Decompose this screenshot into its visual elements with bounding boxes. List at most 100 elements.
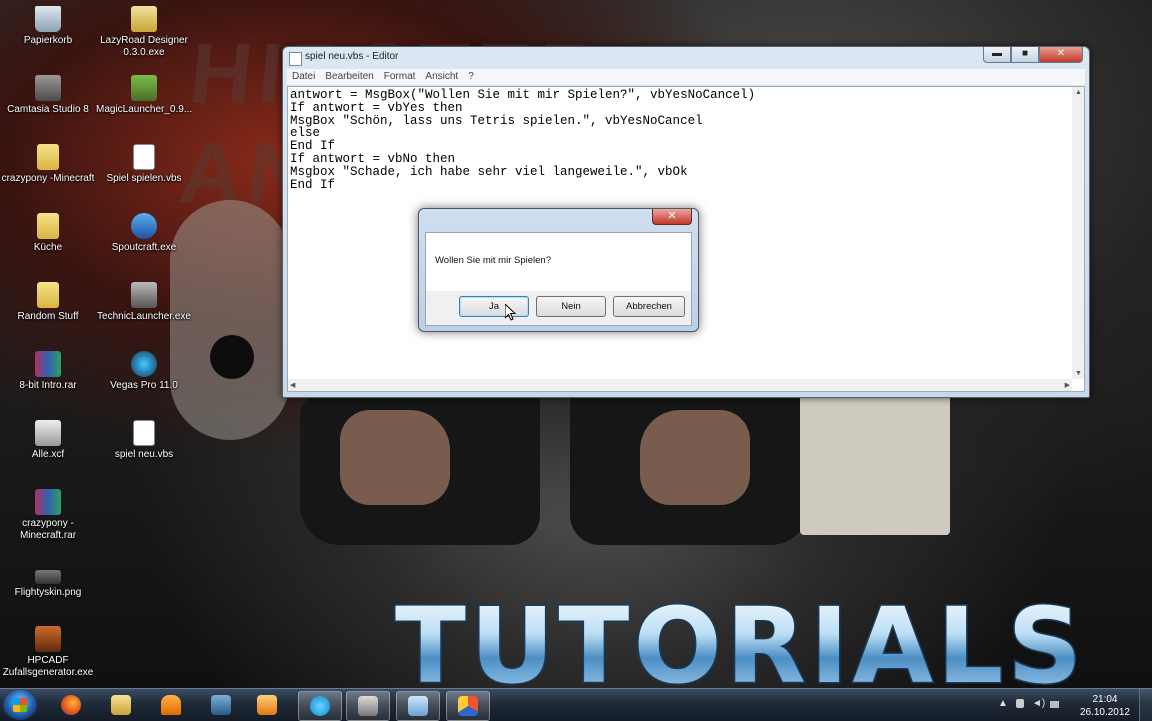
desktop-icon-label: Random Stuff: [17, 311, 79, 322]
recycle-bin-icon: [35, 6, 61, 32]
desktop-icon-label: Camtasia Studio 8: [7, 104, 89, 115]
start-button[interactable]: [3, 690, 37, 720]
network-icon[interactable]: [1016, 699, 1024, 708]
windows-logo-icon: [13, 698, 27, 712]
scroll-right-icon[interactable]: ▶: [1065, 381, 1070, 389]
yes-button[interactable]: Ja: [459, 296, 529, 317]
desktop-icon-label: 8-bit Intro.rar: [19, 380, 77, 391]
desktop-icon-vegas-pro[interactable]: Vegas Pro 11.0: [96, 351, 192, 392]
clock[interactable]: 21:04 26.10.2012: [1080, 693, 1130, 719]
message-dialog[interactable]: ✕ Wollen Sie mit mir Spielen? Ja Nein Ab…: [418, 208, 699, 332]
vbs-script-icon: [133, 144, 155, 170]
spoutcraft-icon: [131, 213, 157, 239]
clock-date: 26.10.2012: [1079, 707, 1130, 718]
desktop-icon-label: Küche: [33, 242, 63, 253]
desktop-icon-label: HPCADF Zufallsgenerator.exe: [2, 655, 94, 678]
dialog-message: Wollen Sie mit mir Spielen?: [435, 255, 551, 266]
close-button[interactable]: ✕: [1039, 47, 1083, 63]
tray-expand-icon[interactable]: ▲: [998, 699, 1008, 709]
desktop-icon-label: Alle.xcf: [31, 449, 65, 460]
vertical-scrollbar[interactable]: ▲ ▼: [1072, 87, 1084, 379]
desktop-icon-spiel-spielen[interactable]: Spiel spielen.vbs: [96, 144, 192, 185]
menu-datei[interactable]: Datei: [287, 69, 320, 84]
taskbar-mail[interactable]: [346, 691, 390, 721]
xcf-file-icon: [35, 420, 61, 446]
taskbar-camtasia[interactable]: [200, 691, 242, 719]
editor-content[interactable]: antwort = MsgBox("Wollen Sie mit mir Spi…: [290, 89, 755, 191]
maximize-button[interactable]: ■: [1011, 47, 1039, 63]
desktop-icon-alle-xcf[interactable]: Alle.xcf: [0, 420, 96, 461]
menu-bar: Datei Bearbeiten Format Ansicht?: [287, 69, 1085, 85]
taskbar-skype[interactable]: [298, 691, 342, 721]
desktop-icon-label: Spiel spielen.vbs: [106, 173, 182, 184]
dialog-button-row: Ja Nein Abbrechen: [425, 291, 692, 326]
taskbar-media[interactable]: [246, 691, 288, 719]
explorer-icon: [111, 695, 131, 715]
camtasia-icon: [211, 695, 231, 715]
desktop-icon-crazypony-rar[interactable]: crazypony -Minecraft.rar: [0, 489, 96, 542]
vegas-icon: [131, 351, 157, 377]
dialog-body: Wollen Sie mit mir Spielen?: [425, 232, 692, 292]
desktop-icon-papierkorb[interactable]: Papierkorb: [0, 6, 96, 47]
desktop-icon-8bit-intro[interactable]: 8-bit Intro.rar: [0, 351, 96, 392]
desktop-icon-label: Papierkorb: [23, 35, 73, 46]
taskbar-explorer[interactable]: [100, 691, 142, 719]
wallpaper-printer: [800, 395, 950, 535]
desktop-icon-label: Flightyskin.png: [14, 587, 82, 598]
folder-icon: [37, 213, 59, 239]
desktop-icon-magiclauncher[interactable]: MagicLauncher_0.9...: [96, 75, 192, 116]
wallpaper-tutorials-text: TUTORIALS: [395, 585, 1086, 688]
taskbar-notepad[interactable]: [396, 691, 440, 721]
desktop-icon-label: crazypony -Minecraft: [1, 173, 95, 184]
desktop-icon-label: LazyRoad Designer 0.3.0.exe: [100, 35, 188, 58]
desktop-icon-label: Vegas Pro 11.0: [110, 380, 178, 391]
dialog-close-button[interactable]: ✕: [652, 209, 692, 225]
wallpaper-figure-eye: [210, 335, 254, 379]
desktop-icon-label: crazypony -Minecraft.rar: [19, 518, 77, 541]
menu-ansicht[interactable]: Ansicht: [420, 69, 463, 84]
menu-format[interactable]: Format: [379, 69, 421, 84]
camtasia-icon: [35, 75, 61, 101]
clock-time: 21:04: [1092, 694, 1118, 705]
taskbar-vlc[interactable]: [150, 691, 192, 719]
multicolor-app-icon: [458, 696, 478, 716]
window-title: spiel neu.vbs - Editor: [305, 51, 399, 62]
flag-icon[interactable]: [1050, 701, 1059, 708]
horizontal-scrollbar[interactable]: ◀ ▶: [288, 379, 1072, 391]
desktop-icon-kueche[interactable]: Küche: [0, 213, 96, 254]
scroll-up-icon[interactable]: ▲: [1075, 89, 1082, 96]
desktop-icon-techniclauncher[interactable]: TechnicLauncher.exe: [96, 282, 192, 323]
notepad-icon: [408, 696, 428, 716]
system-tray: ▲ ◄) 21:04 26.10.2012: [992, 689, 1152, 721]
taskbar-firefox[interactable]: [50, 691, 92, 719]
firefox-icon: [61, 695, 81, 715]
rar-archive-icon: [35, 351, 61, 377]
menu-bearbeiten[interactable]: Bearbeiten: [320, 69, 378, 84]
image-file-icon: [35, 570, 61, 584]
wallpaper-hand-right: [640, 410, 750, 505]
menu-help[interactable]: ?: [463, 69, 479, 84]
desktop-icon-flightyskin[interactable]: Flightyskin.png: [0, 558, 96, 599]
desktop-icon-spoutcraft[interactable]: Spoutcraft.exe: [96, 213, 192, 254]
desktop-icon-crazypony-folder[interactable]: crazypony -Minecraft: [0, 144, 96, 185]
taskbar-multicolor-app[interactable]: [446, 691, 490, 721]
minimize-button[interactable]: ▬: [983, 47, 1011, 63]
volume-icon[interactable]: ◄): [1032, 699, 1045, 709]
desktop-icon-hpcadf[interactable]: HPCADF Zufallsgenerator.exe: [0, 626, 96, 679]
desktop-icon-lazyroad[interactable]: LazyRoad Designer 0.3.0.exe: [96, 6, 192, 59]
desktop-icon-spiel-neu[interactable]: spiel neu.vbs: [96, 420, 192, 461]
desktop-icon-random-stuff[interactable]: Random Stuff: [0, 282, 96, 323]
show-desktop-button[interactable]: [1139, 689, 1152, 721]
desktop-icon-label: MagicLauncher_0.9...: [96, 104, 193, 115]
desktop: HIPSTERANGE TUTORIALS TUTORIALS Papierko…: [0, 0, 1152, 688]
window-controls: ▬ ■ ✕: [983, 47, 1083, 63]
hpcadf-icon: [35, 626, 61, 652]
technic-icon: [131, 282, 157, 308]
scroll-left-icon[interactable]: ◀: [290, 381, 295, 389]
no-button[interactable]: Nein: [536, 296, 606, 317]
desktop-icon-camtasia[interactable]: Camtasia Studio 8: [0, 75, 96, 116]
skype-icon: [310, 696, 330, 716]
scroll-down-icon[interactable]: ▼: [1075, 370, 1082, 377]
cancel-button[interactable]: Abbrechen: [613, 296, 685, 317]
notepad-icon: [289, 52, 302, 66]
